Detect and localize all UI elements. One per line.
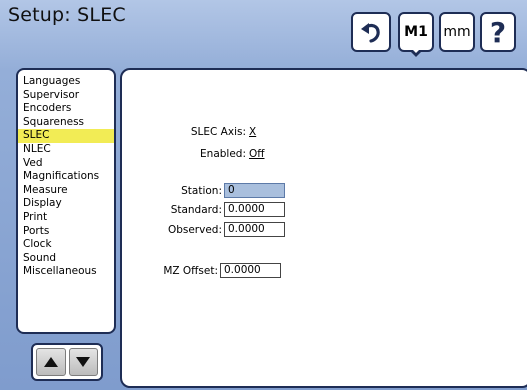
setup-screen: Setup: SLEC M1 mm ? Languages Supervisor… <box>0 0 527 390</box>
slec-settings-panel: SLEC Axis: X Enabled: Off Station: 0 Sta… <box>120 68 527 388</box>
enabled-value[interactable]: Off <box>249 148 265 160</box>
menu-item-magnifications[interactable]: Magnifications <box>18 170 114 184</box>
triangle-down-icon <box>76 357 91 367</box>
units-button[interactable]: mm <box>439 12 475 52</box>
station-field[interactable]: 0 <box>224 183 285 198</box>
menu-item-squareness[interactable]: Squareness <box>18 116 114 130</box>
menu-scroll-buttons <box>31 343 103 381</box>
menu-item-clock[interactable]: Clock <box>18 238 114 252</box>
observed-label: Observed: <box>167 224 222 236</box>
menu-item-measure[interactable]: Measure <box>18 184 114 198</box>
observed-field[interactable]: 0.0000 <box>224 222 285 237</box>
mz-offset-label: MZ Offset: <box>163 265 218 277</box>
help-button[interactable]: ? <box>480 12 516 52</box>
m1-label: M1 <box>404 24 428 40</box>
menu-item-slec[interactable]: SLEC <box>18 129 114 143</box>
scroll-up-button[interactable] <box>36 348 66 376</box>
menu-item-sound[interactable]: Sound <box>18 252 114 266</box>
units-label: mm <box>443 24 471 40</box>
setup-menu: Languages Supervisor Encoders Squareness… <box>16 68 116 334</box>
standard-field[interactable]: 0.0000 <box>224 202 285 217</box>
help-icon: ? <box>489 15 507 49</box>
m1-pointer-tick <box>409 48 423 57</box>
mz-offset-field[interactable]: 0.0000 <box>220 263 281 278</box>
menu-item-encoders[interactable]: Encoders <box>18 102 114 116</box>
menu-item-supervisor[interactable]: Supervisor <box>18 89 114 103</box>
enabled-label: Enabled: <box>200 148 246 160</box>
menu-item-nlec[interactable]: NLEC <box>18 143 114 157</box>
undo-button[interactable] <box>351 12 391 52</box>
menu-item-print[interactable]: Print <box>18 211 114 225</box>
menu-item-ports[interactable]: Ports <box>18 225 114 239</box>
menu-item-languages[interactable]: Languages <box>18 75 114 89</box>
menu-item-display[interactable]: Display <box>18 197 114 211</box>
m1-button[interactable]: M1 <box>398 12 434 57</box>
station-label: Station: <box>181 185 222 197</box>
undo-arrow-icon <box>361 23 380 43</box>
slec-axis-value[interactable]: X <box>249 126 256 138</box>
menu-item-ved[interactable]: Ved <box>18 157 114 171</box>
slec-axis-label: SLEC Axis: <box>190 126 246 138</box>
triangle-up-icon <box>43 357 58 367</box>
page-title: Setup: SLEC <box>8 4 126 26</box>
scroll-down-button[interactable] <box>68 348 98 376</box>
menu-item-miscellaneous[interactable]: Miscellaneous <box>18 265 114 279</box>
standard-label: Standard: <box>170 204 222 216</box>
